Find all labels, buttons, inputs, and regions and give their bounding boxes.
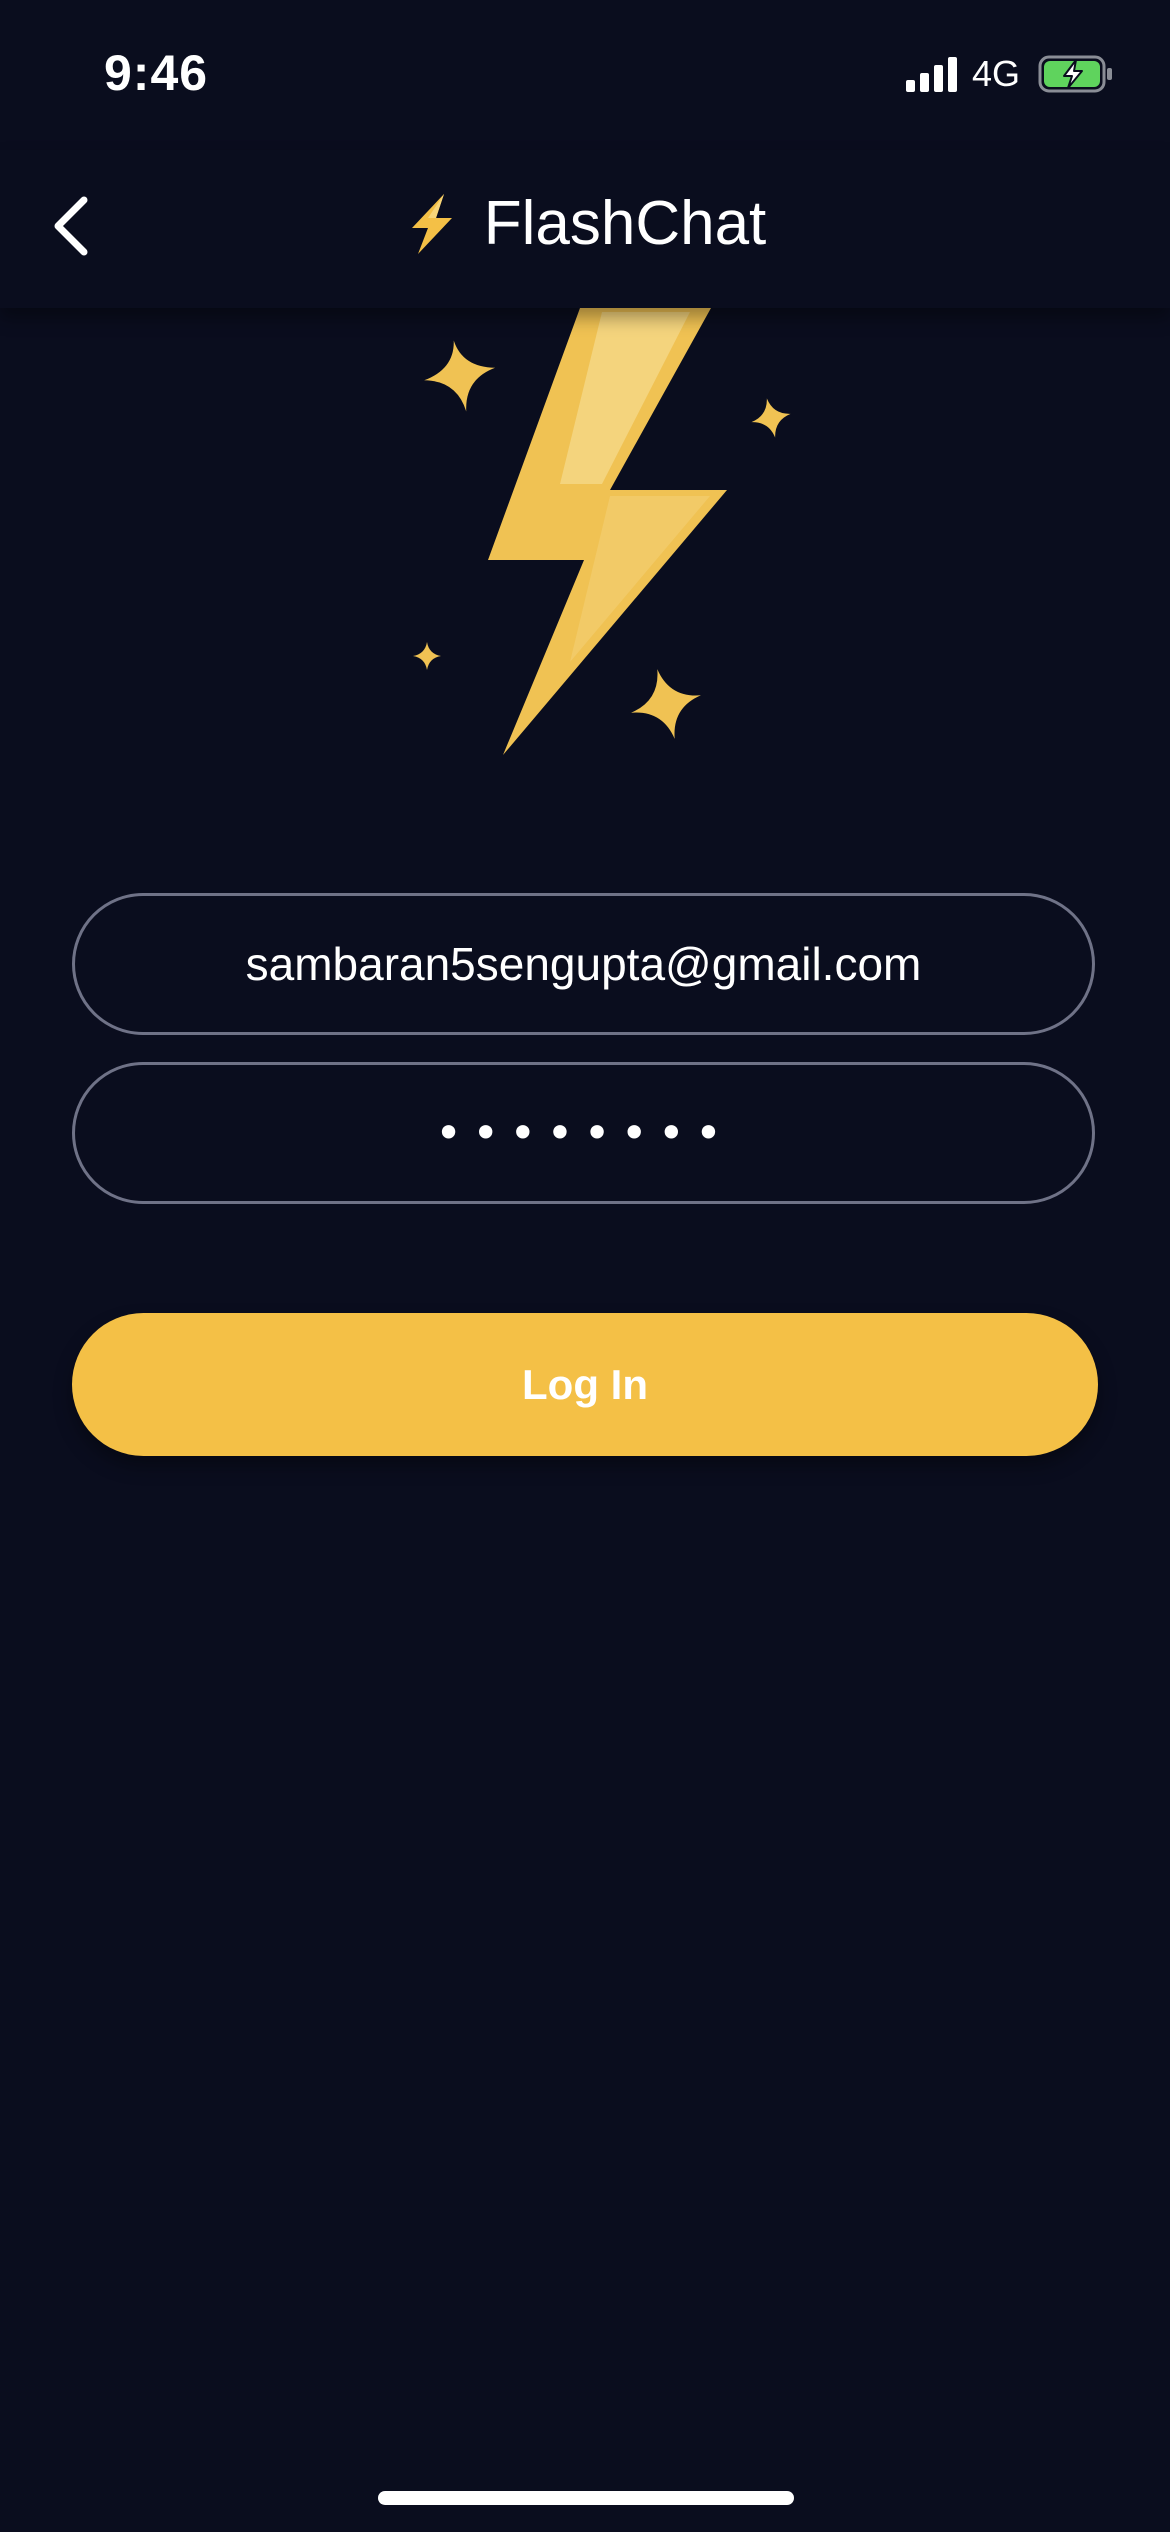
cellular-signal-icon [905,57,957,92]
password-input[interactable]: •••••••• [435,1106,732,1160]
nav-title: FlashChat [0,188,1170,259]
network-type-label: 4G [971,53,1020,94]
status-indicators: 4G [905,53,1114,94]
home-indicator[interactable] [378,2491,794,2505]
status-time: 9:46 [104,45,209,101]
lightning-bolt-icon [411,193,452,254]
status-bar: 9:46 4G [0,0,1170,150]
password-field[interactable]: •••••••• [72,1062,1095,1204]
lightning-bolt-with-sparkles-icon [413,308,791,755]
app-title: FlashChat [483,189,767,258]
login-button[interactable]: Log In [72,1313,1098,1456]
email-field[interactable] [72,893,1095,1035]
battery-charging-icon [1038,55,1112,93]
email-input[interactable] [123,936,1044,992]
navigation-bar: FlashChat [0,150,1170,308]
